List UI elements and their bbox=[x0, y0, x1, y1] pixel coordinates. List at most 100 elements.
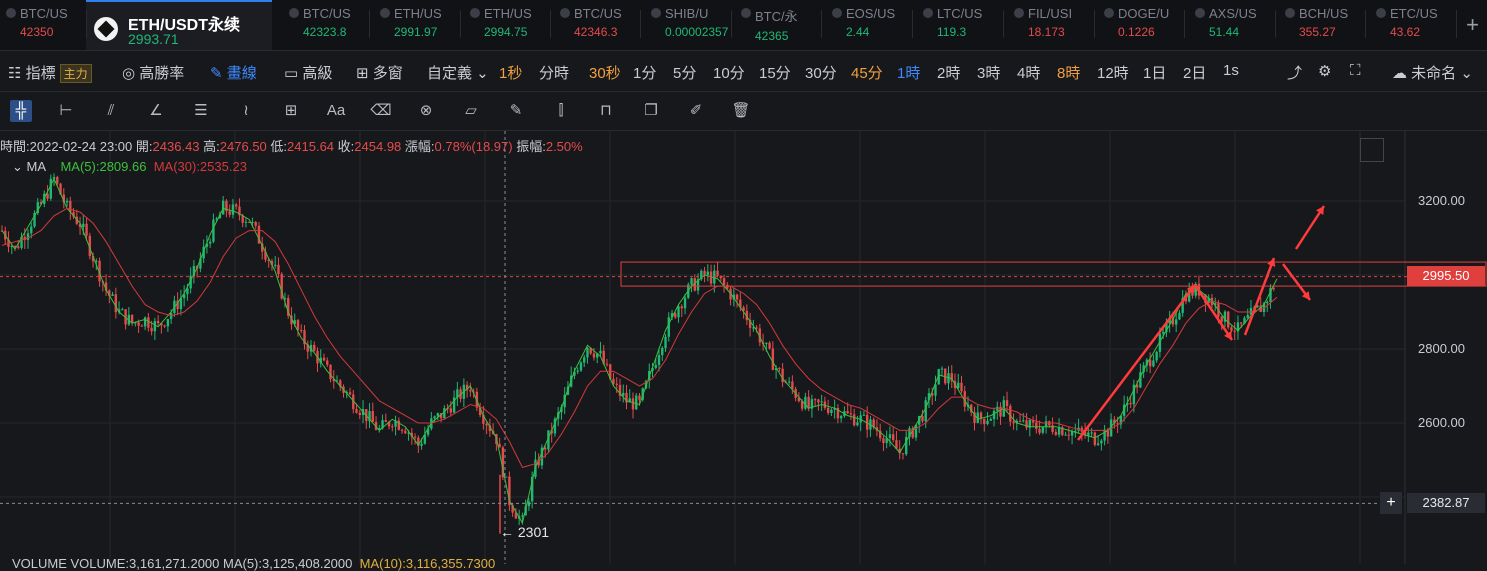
interval-tab[interactable]: 45分 bbox=[851, 62, 883, 83]
ticker-item[interactable]: AXS/US 51.44 bbox=[1195, 6, 1273, 46]
ticker-separator bbox=[460, 10, 461, 38]
fib-lines-icon[interactable]: ☰ bbox=[190, 100, 212, 122]
candle-body bbox=[348, 392, 352, 395]
interval-tab[interactable]: 4時 bbox=[1017, 62, 1040, 83]
ticker-item[interactable]: SHIB/U 0.00002357 bbox=[651, 6, 729, 46]
ticker-item[interactable]: EOS/US 2.44 bbox=[832, 6, 910, 46]
horizontal-line-icon[interactable]: ⊢ bbox=[55, 100, 77, 122]
candle-body bbox=[690, 278, 693, 285]
ticker-name: EOS/US bbox=[832, 6, 910, 21]
grid-icon: ⊞ bbox=[356, 65, 369, 82]
settings-icon[interactable]: ⚙ bbox=[1318, 62, 1331, 80]
parallel-lines-icon[interactable]: ⫽ bbox=[100, 100, 122, 122]
angle-icon[interactable]: ∠ bbox=[145, 100, 167, 122]
collapse-chevron-icon[interactable]: ⌄ bbox=[12, 159, 27, 174]
lock-icon[interactable]: ⊓ bbox=[595, 100, 617, 122]
candle-body bbox=[1096, 443, 1100, 445]
edit-icon[interactable]: ✐ bbox=[685, 100, 707, 122]
price-chart[interactable] bbox=[0, 131, 1487, 564]
candle-body bbox=[277, 264, 280, 275]
active-ticker-tab[interactable]: ETH/USDT永续 2993.71 bbox=[86, 0, 272, 50]
interval-tab[interactable]: 2時 bbox=[937, 62, 960, 83]
candle-body bbox=[599, 350, 602, 354]
crosshair-plus-icon[interactable]: + bbox=[1380, 492, 1402, 514]
candle-body bbox=[163, 325, 166, 327]
crosshair-icon[interactable]: ╬ bbox=[10, 100, 32, 122]
okx-logo-icon bbox=[94, 17, 118, 41]
ticker-item[interactable]: ETH/US 2991.97 bbox=[380, 6, 458, 46]
interval-tab[interactable]: 30秒 bbox=[589, 62, 621, 83]
ticker-separator bbox=[86, 10, 87, 38]
advanced-button[interactable]: ▭ 高級 bbox=[284, 62, 332, 83]
candle-body bbox=[300, 330, 303, 332]
candle-body bbox=[1100, 440, 1103, 444]
ticker-item[interactable]: LTC/US 119.3 bbox=[923, 6, 1001, 46]
ticker-item[interactable]: BCH/US 355.27 bbox=[1285, 6, 1363, 46]
candle-body bbox=[114, 294, 118, 313]
interval-tab[interactable]: 12時 bbox=[1097, 62, 1129, 83]
winrate-button[interactable]: ◎ 高勝率 bbox=[122, 62, 184, 83]
ticker-separator bbox=[912, 10, 913, 38]
interval-tab[interactable]: 8時 bbox=[1057, 62, 1080, 83]
ticker-item[interactable]: BTC/US 42350 bbox=[6, 6, 84, 46]
ticker-item[interactable]: FIL/USI 18.173 bbox=[1014, 6, 1092, 46]
interval-tab[interactable]: 5分 bbox=[673, 62, 696, 83]
ticker-separator bbox=[1456, 10, 1457, 38]
interval-tab[interactable]: 1分 bbox=[633, 62, 656, 83]
coin-icon bbox=[560, 8, 570, 18]
candle-body bbox=[150, 327, 153, 332]
layout-name-dropdown[interactable]: ☁ 未命名 ⌄ bbox=[1392, 62, 1473, 83]
interval-tab[interactable]: 1日 bbox=[1143, 62, 1166, 83]
ticker-separator bbox=[1003, 10, 1004, 38]
candle-body bbox=[208, 241, 212, 244]
expand-icon[interactable] bbox=[1360, 138, 1384, 162]
custom-interval-dropdown[interactable]: 自定義 ⌄ bbox=[427, 62, 489, 83]
candle-body bbox=[852, 414, 856, 426]
candle-body bbox=[1080, 427, 1084, 432]
interval-tab[interactable]: 30分 bbox=[805, 62, 837, 83]
active-price: 2993.71 bbox=[128, 31, 179, 47]
multi-window-button[interactable]: ⊞ 多窗 bbox=[356, 62, 403, 83]
ticker-price: 355.27 bbox=[1299, 25, 1336, 39]
interval-tab[interactable]: 3時 bbox=[977, 62, 1000, 83]
annotation-arrow-down-1 bbox=[1193, 284, 1234, 341]
screenshot-icon[interactable]: ⤴ bbox=[1287, 62, 1302, 83]
pen-icon[interactable]: ✎ bbox=[505, 100, 527, 122]
candle-body bbox=[1155, 351, 1158, 361]
fullscreen-icon[interactable]: ⛶ bbox=[1350, 62, 1361, 79]
ticker-item[interactable]: ETH/US 2994.75 bbox=[470, 6, 548, 46]
add-tab-icon[interactable]: + bbox=[1466, 12, 1479, 38]
resistance-box bbox=[620, 261, 1487, 287]
candle-body bbox=[661, 348, 664, 356]
interval-tab[interactable]: 1s bbox=[1223, 62, 1239, 79]
interval-tab[interactable]: 分時 bbox=[539, 62, 569, 83]
copy-icon[interactable]: ❐ bbox=[640, 100, 662, 122]
indicator-button[interactable]: ☷ 指標 主力 bbox=[8, 62, 92, 83]
ticker-item[interactable]: ETC/US 43.62 bbox=[1376, 6, 1454, 46]
magnet-icon[interactable]: ⊗ bbox=[415, 100, 437, 122]
ticker-separator bbox=[640, 10, 641, 38]
candles-icon[interactable]: ⫿ bbox=[550, 100, 572, 122]
ruler-icon[interactable]: ▱ bbox=[460, 100, 482, 122]
ticker-item[interactable]: BTC/永 42365 bbox=[741, 6, 819, 46]
interval-tab[interactable]: 2日 bbox=[1183, 62, 1206, 83]
text-tool-icon[interactable]: Aa bbox=[325, 100, 347, 122]
ticker-item[interactable]: BTC/US 42323.8 bbox=[289, 6, 367, 46]
draw-button[interactable]: ✎ 畫線 bbox=[210, 62, 257, 83]
ticker-item[interactable]: BTC/US 42346.3 bbox=[560, 6, 638, 46]
interval-tab[interactable]: 10分 bbox=[713, 62, 745, 83]
low-marker-label: ← 2301 bbox=[500, 524, 550, 540]
wave-icon[interactable]: ≀ bbox=[235, 100, 257, 122]
measure-icon[interactable]: ⊞ bbox=[280, 100, 302, 122]
ticker-item[interactable]: DOGE/U 0.1226 bbox=[1104, 6, 1182, 46]
candle-body bbox=[576, 370, 579, 372]
interval-tab[interactable]: 15分 bbox=[759, 62, 791, 83]
eraser-icon[interactable]: ⌫ bbox=[370, 100, 392, 122]
interval-tab[interactable]: 1秒 bbox=[499, 62, 522, 83]
candle-body bbox=[244, 221, 248, 223]
candle-body bbox=[586, 347, 589, 358]
candle-body bbox=[274, 264, 277, 266]
ticker-price: 2994.75 bbox=[484, 25, 528, 39]
interval-tab[interactable]: 1時 bbox=[897, 62, 920, 83]
trash-icon[interactable]: 🗑 bbox=[730, 100, 752, 122]
